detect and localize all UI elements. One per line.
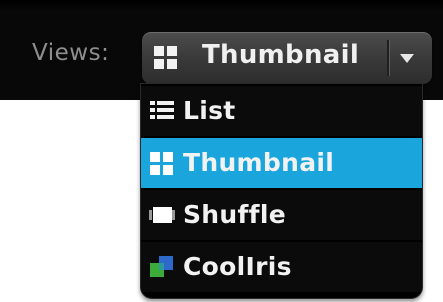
menu-item-label: List — [183, 96, 236, 125]
shuffle-icon — [149, 207, 175, 223]
thumbnail-grid-icon — [150, 152, 173, 175]
menu-item-label: Thumbnail — [183, 148, 335, 177]
chevron-down-icon[interactable] — [400, 54, 414, 63]
menu-item-list[interactable]: List — [141, 86, 422, 136]
cooliris-icon — [150, 256, 173, 277]
menu-item-thumbnail[interactable]: Thumbnail — [141, 138, 422, 188]
dropdown-separator — [387, 40, 389, 76]
thumbnail-grid-icon — [154, 46, 177, 69]
menu-item-cooliris[interactable]: CoolIris — [141, 242, 422, 292]
views-dropdown[interactable]: Thumbnail — [142, 32, 432, 84]
list-icon — [150, 101, 174, 119]
menu-item-shuffle[interactable]: Shuffle — [141, 190, 422, 240]
menu-item-label: CoolIris — [183, 252, 292, 281]
views-menu: List Thumbnail Shuffle CoolIris — [140, 83, 423, 299]
toolbar-top-strip — [0, 0, 443, 13]
menu-item-label: Shuffle — [183, 200, 286, 229]
views-label: Views: — [32, 40, 110, 66]
views-dropdown-value: Thumbnail — [202, 40, 360, 70]
